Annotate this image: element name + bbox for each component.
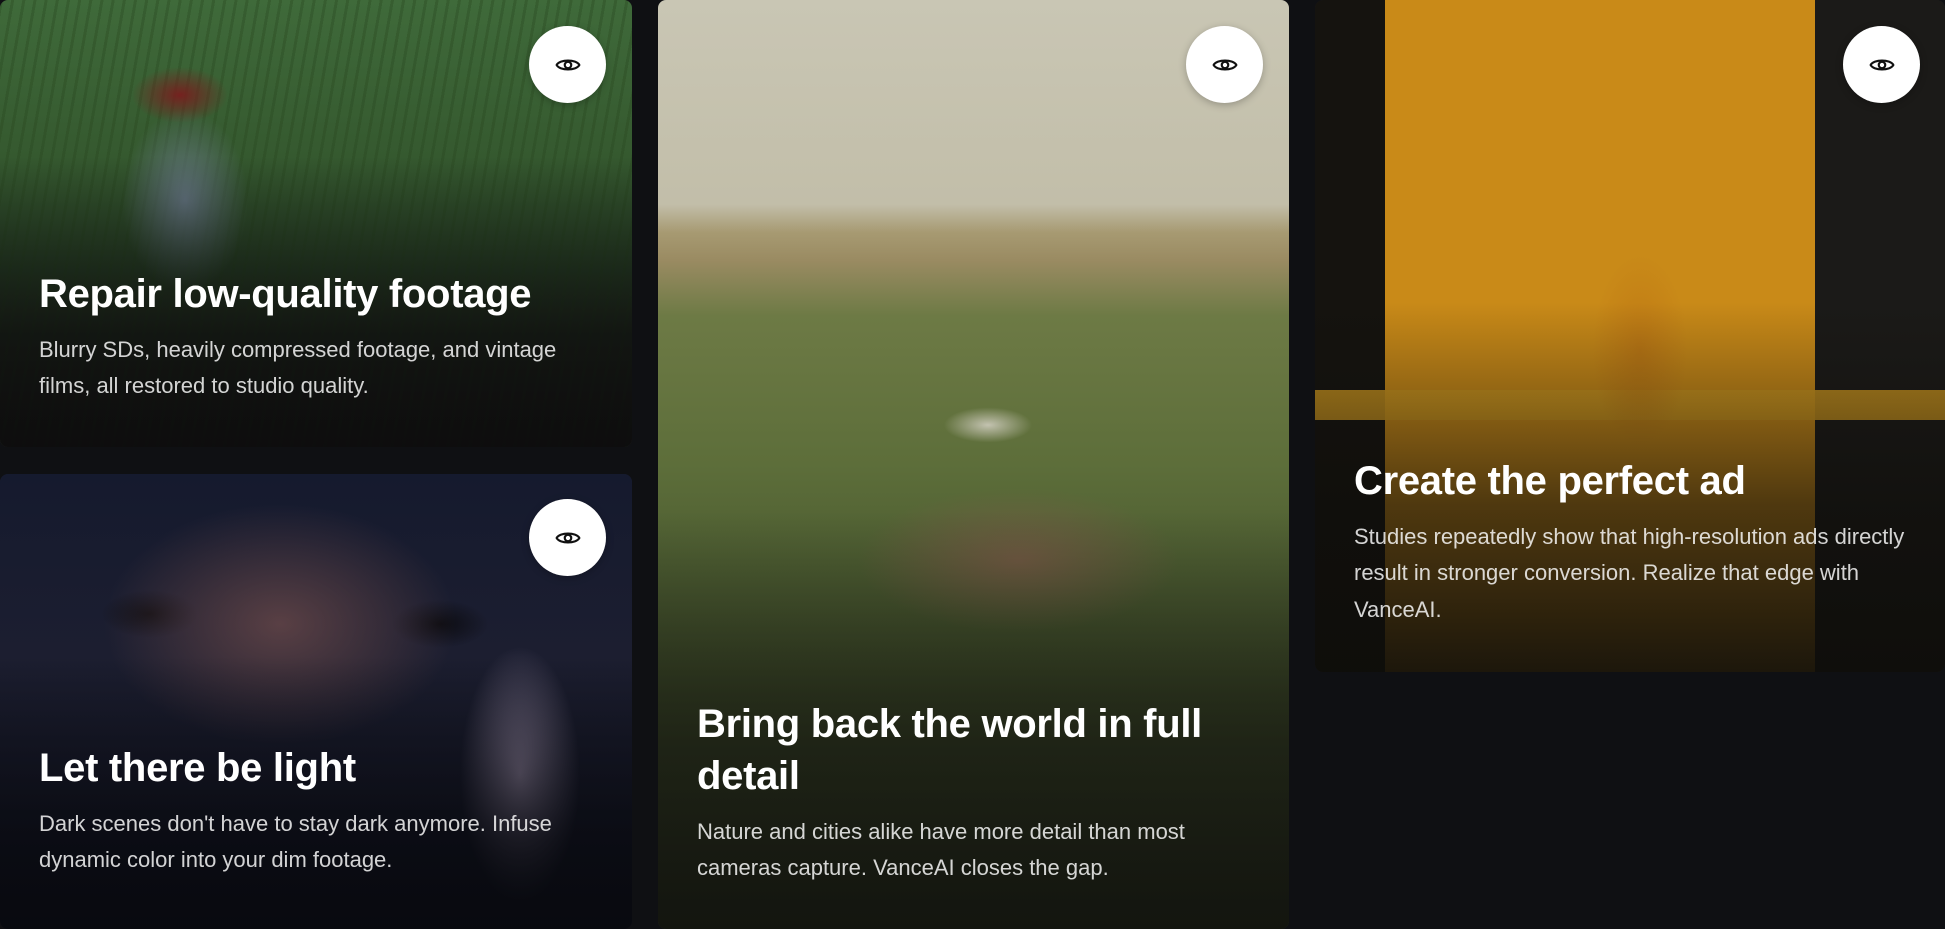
card-title: Repair low-quality footage: [39, 272, 532, 316]
eye-icon: [1212, 58, 1237, 71]
preview-button[interactable]: [1186, 26, 1263, 103]
card-text: Bring back the world in full detail Natu…: [697, 698, 1229, 887]
card-world-detail[interactable]: Bring back the world in full detail Natu…: [658, 0, 1289, 929]
preview-button[interactable]: [1843, 26, 1920, 103]
preview-button[interactable]: [529, 26, 606, 103]
card-let-there-be-light[interactable]: Let there be light Dark scenes don't hav…: [0, 474, 632, 929]
card-repair-footage[interactable]: Repair low-quality footage Blurry SDs, h…: [0, 0, 632, 447]
card-description: Blurry SDs, heavily compressed footage, …: [39, 337, 557, 399]
eye-icon: [1869, 58, 1894, 71]
card-title: Bring back the world in full detail: [697, 702, 1202, 798]
card-text: Repair low-quality footage Blurry SDs, h…: [39, 268, 602, 405]
card-description: Nature and cities alike have more detail…: [697, 819, 1185, 881]
eye-icon: [555, 531, 580, 544]
feature-card-grid: Repair low-quality footage Blurry SDs, h…: [0, 0, 1945, 929]
card-title: Create the perfect ad: [1354, 459, 1746, 503]
card-text: Let there be light Dark scenes don't hav…: [39, 742, 602, 879]
card-description: Studies repeatedly show that high-resolu…: [1354, 524, 1905, 622]
card-text: Create the perfect ad Studies repeatedly…: [1354, 455, 1915, 628]
card-perfect-ad[interactable]: Create the perfect ad Studies repeatedly…: [1315, 0, 1945, 672]
eye-icon: [555, 58, 580, 71]
card-title: Let there be light: [39, 746, 356, 790]
card-description: Dark scenes don't have to stay dark anym…: [39, 811, 552, 873]
preview-button[interactable]: [529, 499, 606, 576]
